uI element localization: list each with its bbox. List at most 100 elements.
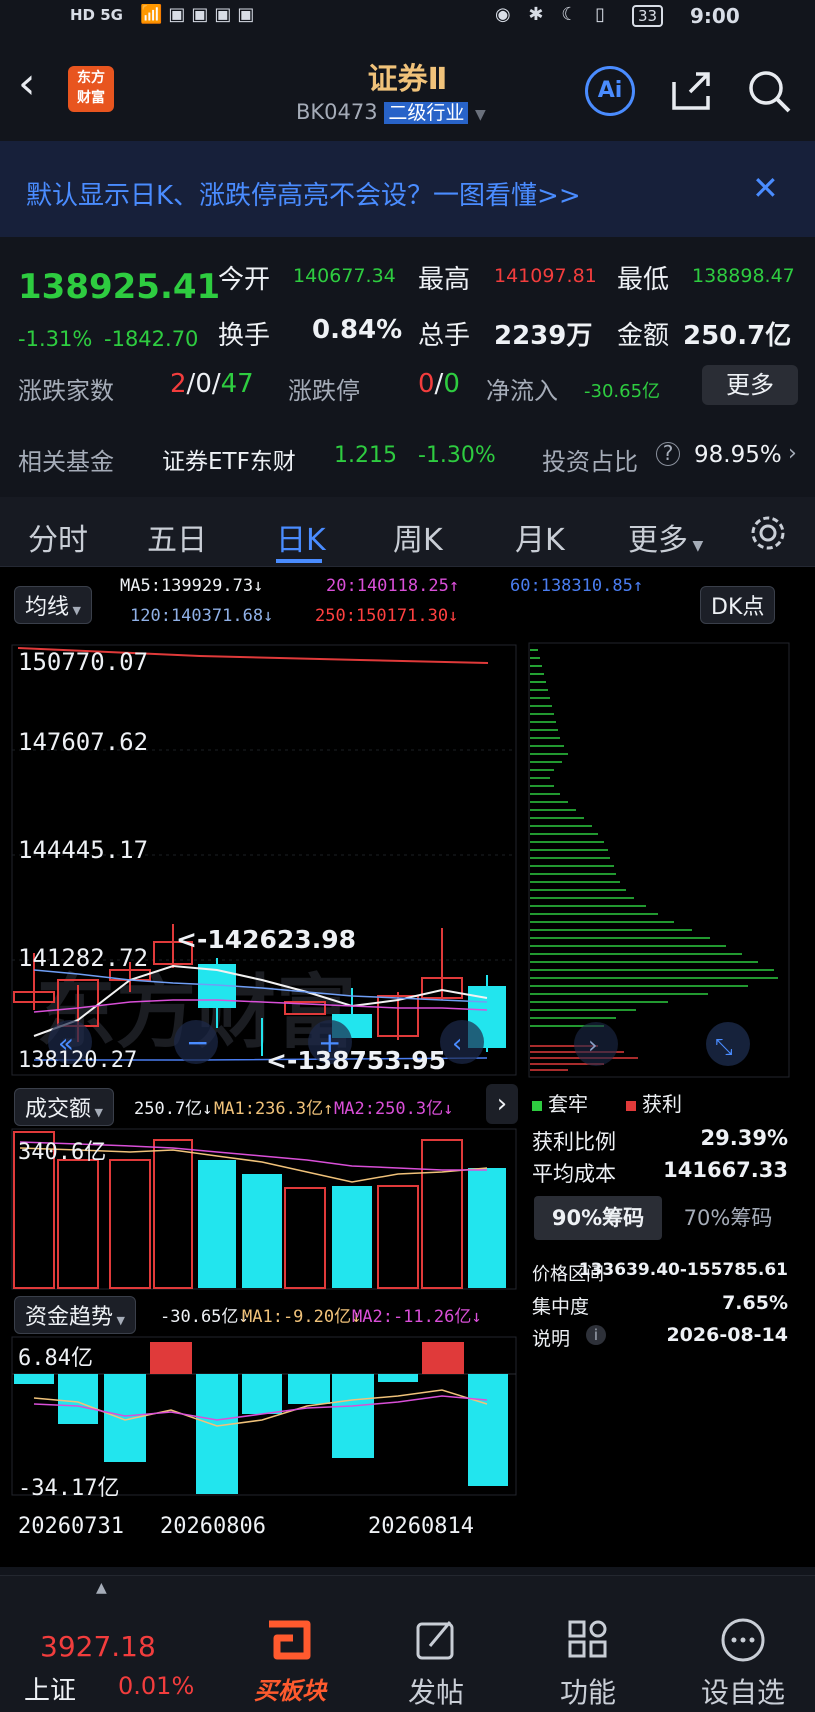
fullscreen-icon[interactable]: ⤡ [715, 1035, 733, 1060]
info-icon[interactable]: i [586, 1325, 606, 1345]
concentration-value: 7.65% [722, 1292, 788, 1314]
volume-label: 总手 [418, 321, 471, 351]
close-icon[interactable]: ✕ [752, 169, 779, 207]
signal-icons: 📶▣▣▣▣ [140, 4, 261, 25]
advance-label: 涨跌家数 [18, 377, 114, 405]
system-icons: ◉ ✱ ☾ ▯ [495, 4, 611, 25]
ma-selector[interactable]: 均线 ▼ [14, 586, 92, 624]
fund-flow-ymin: -34.17亿 [18, 1476, 120, 1501]
battery-indicator: 33 [632, 5, 664, 27]
ai-button[interactable]: Ai [585, 66, 635, 116]
chip-distribution[interactable]: › ⤡ [528, 642, 790, 1078]
dk-point-button[interactable]: DK点 [700, 586, 776, 624]
volume-ma2: MA2:250.3亿↓ [334, 1099, 454, 1119]
promo-banner[interactable]: 默认显示日K、涨跌停高亮不会设？一图看懂>> ✕ [0, 141, 815, 237]
y-label-5: 138120.27 [18, 1048, 138, 1073]
tab-active-indicator [276, 559, 322, 563]
open-value: 140677.34 [293, 265, 396, 287]
caret-down-icon: ▼ [69, 604, 81, 617]
concentration-label: 集中度 [532, 1296, 590, 1318]
settings-gear-icon[interactable] [748, 513, 788, 553]
fund-flow-selector[interactable]: 资金趋势 ▼ [14, 1296, 136, 1334]
ma-legend: 均线 ▼ MA5:139929.73↓ 20:140118.25↑ 60:138… [0, 570, 815, 638]
fund-flow-value: -30.65亿↓ [160, 1307, 249, 1327]
quote-panel: 138925.41 -1.31% -1842.70 今开 140677.34 最… [0, 237, 815, 497]
expand-panel-icon[interactable]: › [486, 1084, 518, 1124]
expand-right-icon[interactable]: › [588, 1031, 598, 1059]
low-marker: <-138753.95 [266, 1046, 446, 1075]
chip-stats: 套牢 获利 获利比例 29.39% 平均成本 141667.33 90%筹码 7… [528, 1082, 798, 1352]
date-mid: 20260806 [160, 1514, 266, 1539]
fund-flow-legend: 资金趋势 ▼ -30.65亿↓ MA1:-9.20亿↓ MA2:-11.26亿↓ [0, 1290, 520, 1336]
fund-pct: -1.30% [418, 443, 496, 468]
status-bar: HD 5G 📶▣▣▣▣ ◉ ✱ ☾ ▯ 33 9:00 [0, 0, 815, 36]
index-value[interactable]: 3927.18 [40, 1630, 156, 1663]
volume-ma1: MA1:236.3亿↑ [214, 1099, 334, 1119]
app-header: ‹ 东方 财富 证券Ⅱ BK0473 二级行业 ▼ Ai [0, 36, 815, 141]
tab-five-day[interactable]: 五日 [147, 515, 207, 559]
ma20-value: 20:140118.25↑ [326, 576, 460, 596]
note-label: 说明 [532, 1328, 571, 1350]
fund-name[interactable]: 证券ETF东财 [162, 442, 296, 476]
functions-button[interactable]: 功能 [538, 1616, 638, 1711]
profit-ratio-value: 29.39% [700, 1126, 788, 1150]
scroll-right-icon[interactable]: ‹ [452, 1029, 462, 1059]
caret-down-icon: ▼ [113, 1314, 125, 1327]
profit-ratio-label: 获利比例 [532, 1130, 616, 1154]
buy-block-button[interactable]: 买板块 [240, 1616, 340, 1706]
volume-value: 2239万 [494, 321, 593, 351]
share-icon[interactable] [668, 68, 714, 114]
fund-price: 1.215 [334, 443, 397, 468]
help-icon[interactable]: ? [656, 442, 680, 466]
amount-label: 金额 [617, 321, 670, 351]
ma5-value: MA5:139929.73↓ [120, 576, 264, 596]
index-name[interactable]: 上证 [24, 1670, 76, 1707]
chevron-right-icon[interactable]: › [788, 441, 797, 466]
tab-daily-k[interactable]: 日K [276, 515, 326, 559]
fund-flow-ma1: MA1:-9.20亿↓ [242, 1307, 362, 1327]
more-dots-icon [721, 1618, 765, 1662]
ma250-value: 250:150171.30↓ [315, 606, 459, 626]
legend-trap: 套牢 [532, 1088, 588, 1117]
ratio-value: 98.95% [694, 442, 782, 468]
note-date: 2026-08-14 [666, 1324, 788, 1346]
ma60-value: 60:138310.85↑ [510, 576, 644, 596]
price-range-value: 133639.40-155785.61 [578, 1260, 788, 1280]
post-button[interactable]: 发帖 [386, 1616, 486, 1711]
tab-intraday[interactable]: 分时 [28, 515, 88, 559]
y-label-1: 150770.07 [18, 648, 149, 676]
sector-tag: 二级行业 [384, 102, 469, 124]
amount-value: 250.7亿 [683, 321, 792, 351]
chip-90-button[interactable]: 90%筹码 [534, 1196, 662, 1240]
chevron-down-icon: ▼ [475, 107, 486, 123]
low-label: 最低 [617, 265, 670, 295]
zoom-out-icon[interactable]: − [186, 1026, 209, 1059]
caret-down-icon: ▼ [688, 538, 704, 554]
ma120-value: 120:140371.68↓ [130, 606, 274, 626]
open-label: 今开 [218, 265, 271, 295]
bottom-nav: ▲ 3927.18 上证 0.01% 买板块 发帖 功能 设自选 [0, 1575, 815, 1712]
more-button[interactable]: 更多 [702, 365, 798, 405]
change-value: -1842.70 [104, 327, 199, 351]
fund-label: 相关基金 [18, 448, 114, 476]
y-label-2: 147607.62 [18, 728, 149, 756]
advance-counts: 2/0/47 [170, 369, 254, 399]
turnover-label: 换手 [218, 321, 271, 351]
add-watchlist-button[interactable]: 设自选 [688, 1616, 798, 1711]
banner-text[interactable]: 默认显示日K、涨跌停高亮不会设？一图看懂>> [26, 175, 581, 212]
fund-flow-ymax: 6.84亿 [18, 1346, 93, 1371]
turnover-value: 0.84% [312, 315, 403, 345]
volume-selector[interactable]: 成交额 ▼ [14, 1088, 114, 1126]
ratio-label: 投资占比 [542, 448, 638, 476]
sector-code: BK0473 二级行业 ▼ [296, 100, 486, 124]
tab-more[interactable]: 更多 ▼ [628, 515, 703, 559]
tab-weekly-k[interactable]: 周K [393, 515, 443, 559]
period-tabs: 分时 五日 日K 周K 月K 更多 ▼ [0, 497, 815, 567]
legend-profit: 获利 [626, 1088, 682, 1117]
date-start: 20260731 [18, 1514, 124, 1539]
tab-monthly-k[interactable]: 月K [515, 515, 565, 559]
limit-label: 涨跌停 [288, 377, 360, 405]
chip-70-button[interactable]: 70%筹码 [664, 1196, 792, 1240]
buy-block-icon [269, 1620, 311, 1660]
search-icon[interactable] [746, 68, 792, 114]
